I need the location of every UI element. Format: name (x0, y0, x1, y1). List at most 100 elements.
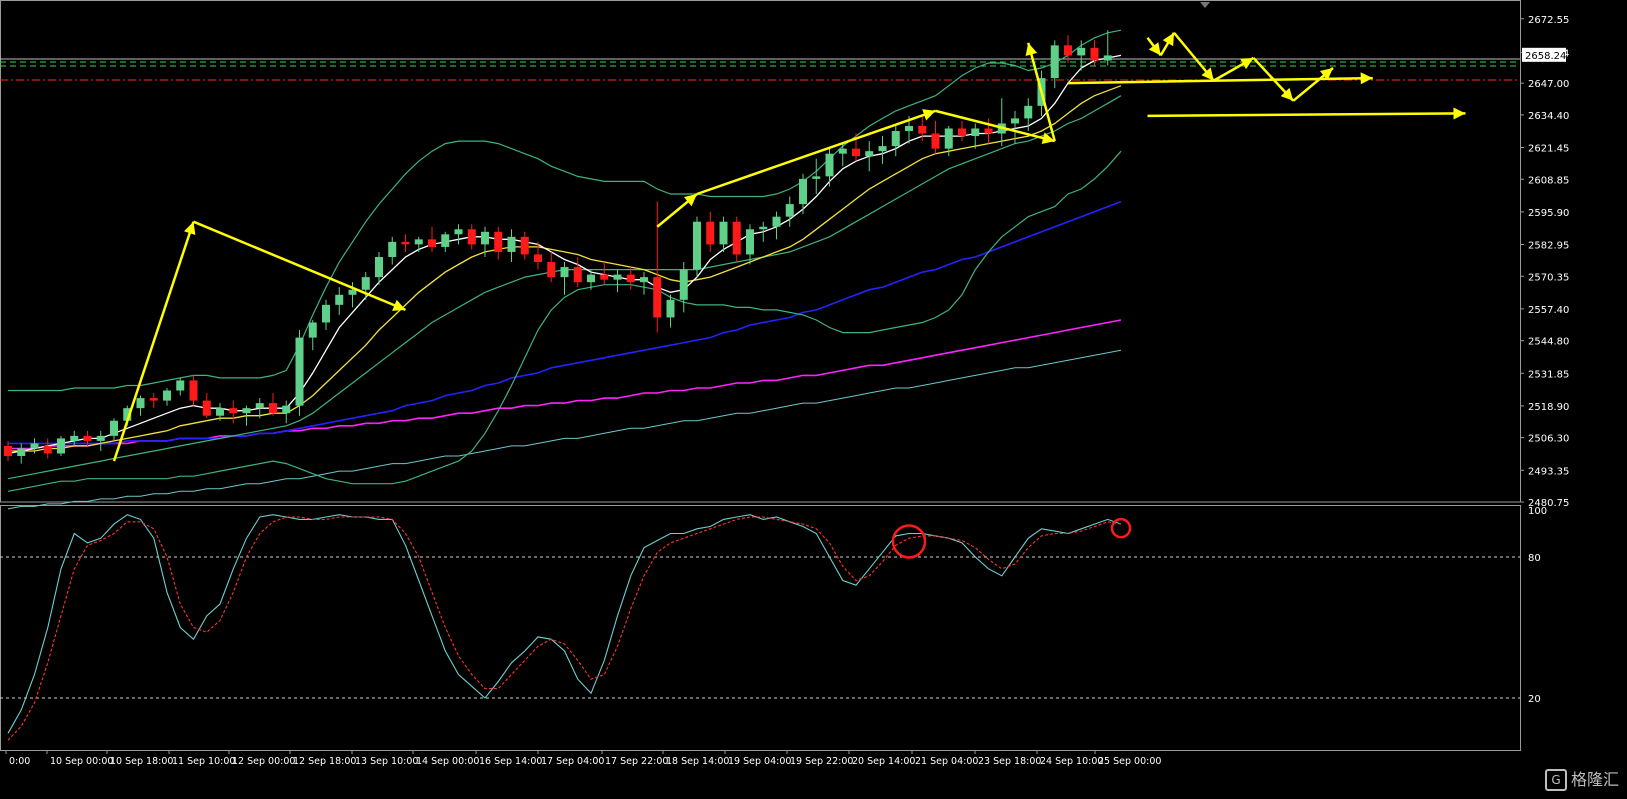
candle-body (57, 438, 65, 454)
stoch-axis-label: 100 (1528, 506, 1547, 517)
candle-body (361, 277, 370, 290)
trend-arrow-head (184, 221, 196, 235)
candle-body (189, 380, 198, 401)
candle-body (891, 131, 900, 147)
candle-body (560, 267, 569, 278)
candle-body (719, 221, 728, 245)
price-axis-label: 2518.90 (1528, 402, 1569, 413)
candle-body (70, 435, 79, 441)
candle-body (1077, 47, 1086, 56)
date-axis-label: 10 Sep 00:00 (50, 756, 113, 767)
candle-body (149, 398, 158, 401)
candle-body (308, 322, 317, 338)
candle-body (931, 133, 940, 149)
price-axis-label: 2544.80 (1528, 337, 1569, 348)
date-axis-label: 17 Sep 04:00 (541, 756, 604, 767)
candle-body (202, 400, 211, 416)
candle-body (83, 435, 92, 441)
candle-body (666, 299, 675, 318)
current-price-label: 2658.24 (1525, 51, 1566, 62)
bollinger-upper-line (8, 29, 1122, 392)
ma-blue-line (8, 200, 1122, 445)
candle-body (282, 405, 291, 414)
stoch-main-line (7, 514, 1122, 734)
candle-body (878, 146, 887, 152)
candle-body (759, 226, 768, 230)
candle-body (799, 178, 807, 205)
candle-body (43, 445, 52, 454)
candle-body (414, 239, 423, 245)
candle-body (454, 229, 463, 235)
price-axis-label: 2634.40 (1528, 111, 1569, 122)
price-axis-label: 2672.55 (1528, 15, 1569, 26)
stochastic-panel-frame (0, 505, 1521, 751)
candle-body (375, 256, 383, 278)
date-axis-label: 16 Sep 14:00 (479, 756, 542, 767)
candle-body (17, 448, 26, 457)
candle-body (30, 443, 39, 449)
candle-body (679, 269, 688, 300)
candle-body (626, 274, 635, 283)
candle-body (944, 128, 953, 149)
watermark: G 格隆汇 (1544, 766, 1619, 791)
bollinger-lower-line (7, 150, 1122, 492)
candle-body (958, 128, 966, 137)
price-axis-label: 2557.40 (1528, 305, 1569, 316)
date-axis-label: 10 Sep 18:00 (110, 756, 173, 767)
candle-body (693, 221, 701, 270)
candle-body (984, 128, 993, 134)
date-axis-label: 0:00 (9, 756, 30, 767)
highlight-circle (1110, 517, 1132, 539)
date-axis-label: 20 Sep 14:00 (852, 756, 915, 767)
date-axis-label: 12 Sep 18:00 (293, 756, 356, 767)
date-axis-label: 19 Sep 22:00 (790, 756, 853, 767)
projection-level-arrow-head (1453, 107, 1466, 120)
candle-body (428, 239, 436, 247)
price-chart-svg: 2672.552659.242647.002634.402621.452608.… (0, 0, 1569, 767)
candle-body (547, 262, 556, 278)
price-panel-frame (0, 0, 1521, 503)
candle-body (481, 231, 489, 245)
candle-body (295, 337, 304, 406)
candle-body (653, 277, 662, 318)
candle-body (600, 274, 609, 280)
highlight-circle (891, 524, 927, 559)
candle-body (1050, 45, 1059, 79)
gelonghui-logo-icon: G (1544, 769, 1567, 791)
candle-body (772, 216, 781, 227)
candle-body (441, 234, 450, 247)
candle-body (401, 241, 410, 245)
watermark-text: 格隆汇 (1570, 769, 1619, 789)
candle-body (520, 236, 529, 255)
trend-arrow-head (1025, 42, 1038, 56)
candle-body (905, 125, 913, 132)
candle-body (918, 125, 927, 134)
candle-body (732, 221, 741, 255)
price-axis-label: 2570.35 (1528, 272, 1569, 283)
candle-body (255, 403, 264, 409)
price-axis-label: 2621.45 (1528, 144, 1569, 155)
projection-level-arrow (1067, 76, 1373, 85)
projection-arrow-head (1148, 42, 1161, 56)
candle-body (1090, 47, 1099, 61)
candle-body (96, 435, 105, 441)
candle-body (507, 236, 516, 252)
candle-body (573, 267, 582, 283)
ma-cyan-line (7, 349, 1122, 510)
price-axis-label: 2493.35 (1528, 466, 1569, 477)
candle-body (587, 274, 595, 283)
candle-body (322, 304, 330, 323)
projection-level-arrow-head (1360, 72, 1373, 85)
candle-body (110, 420, 118, 436)
candle-body (825, 153, 834, 177)
candle-body (216, 408, 224, 416)
shift-marker-icon (1200, 2, 1210, 8)
candle-body (706, 221, 715, 245)
candle-body (613, 274, 622, 280)
candle-body (335, 294, 344, 305)
trading-chart: 2672.552659.242647.002634.402621.452608.… (0, 0, 1627, 795)
candle-body (229, 408, 238, 414)
stoch-signal-line (7, 516, 1122, 741)
date-axis-label: 18 Sep 14:00 (666, 756, 729, 767)
trend-arrow-head (922, 109, 936, 121)
